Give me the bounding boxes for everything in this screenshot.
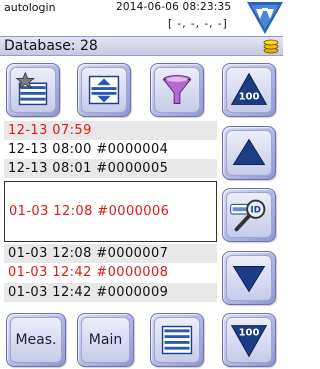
sort-updown-icon — [88, 75, 120, 105]
main-button[interactable]: Main — [77, 313, 134, 367]
record-text: 01-03 12:42 #0000009 — [8, 285, 169, 300]
record-text: 01-03 12:08 #0000006 — [9, 204, 170, 219]
measure-button-label: Meas. — [15, 332, 57, 348]
list-icon — [161, 325, 193, 355]
page-up-100-label: 100 — [238, 91, 260, 103]
datetime: 2014-06-06 08:23:35 — [116, 1, 232, 13]
record-row[interactable]: 12-13 07:59 — [4, 121, 217, 140]
record-row[interactable]: 01-03 12:42 #0000008 — [4, 263, 217, 282]
record-row[interactable]: 01-03 12:42 #0000009 — [4, 283, 217, 302]
coin-stack-icon — [263, 39, 279, 54]
funnel-icon — [162, 75, 192, 104]
record-text: 01-03 12:08 #0000007 — [8, 246, 169, 261]
user-name: autologin — [4, 1, 56, 14]
record-text: 01-03 12:42 #0000008 — [8, 265, 169, 280]
main-button-label: Main — [88, 332, 123, 348]
status-bar: autologin 2014-06-06 08:23:35 [ -, -, -,… — [0, 0, 250, 36]
favorite-list-button[interactable] — [6, 63, 60, 117]
scroll-up-button[interactable] — [222, 126, 276, 180]
record-row[interactable]: 12-13 08:01 #0000005 — [4, 159, 217, 178]
record-row-selected[interactable]: 01-03 12:08 #0000006 — [4, 181, 217, 242]
list-view-button[interactable] — [150, 313, 204, 367]
search-id-button[interactable]: ID — [222, 188, 276, 242]
scroll-down-button[interactable] — [222, 251, 276, 305]
page-down-100-label: 100 — [238, 327, 260, 339]
measure-button[interactable]: Meas. — [6, 313, 66, 367]
page-up-100-button[interactable]: 100 — [222, 63, 276, 117]
magnifier-id-icon: ID — [230, 199, 266, 232]
records-list[interactable]: 12-13 07:59 12-13 08:00 #0000004 12-13 0… — [4, 121, 217, 306]
star-list-icon — [15, 71, 48, 106]
gps-coordinates: [ -, -, -, -] — [168, 18, 228, 30]
page-down-100-button[interactable]: 100 — [222, 313, 276, 367]
record-row[interactable]: 01-03 12:08 #0000007 — [4, 244, 217, 263]
record-row[interactable]: 12-13 08:00 #0000004 — [4, 140, 217, 159]
sort-button[interactable] — [77, 63, 131, 117]
triangle-down-100-icon — [230, 325, 268, 358]
brand-logo-icon — [247, 2, 283, 34]
triangle-up-100-icon — [230, 72, 268, 105]
title-bar: Database: 28 — [0, 36, 283, 56]
record-text: 12-13 07:59 — [8, 123, 92, 138]
filter-button[interactable] — [150, 63, 204, 117]
svg-text:ID: ID — [251, 206, 261, 216]
triangle-down-icon — [232, 265, 266, 293]
record-text: 12-13 08:00 #0000004 — [8, 142, 169, 157]
triangle-up-icon — [232, 138, 266, 166]
database-count: Database: 28 — [4, 38, 98, 54]
record-text: 12-13 08:01 #0000005 — [8, 161, 169, 176]
